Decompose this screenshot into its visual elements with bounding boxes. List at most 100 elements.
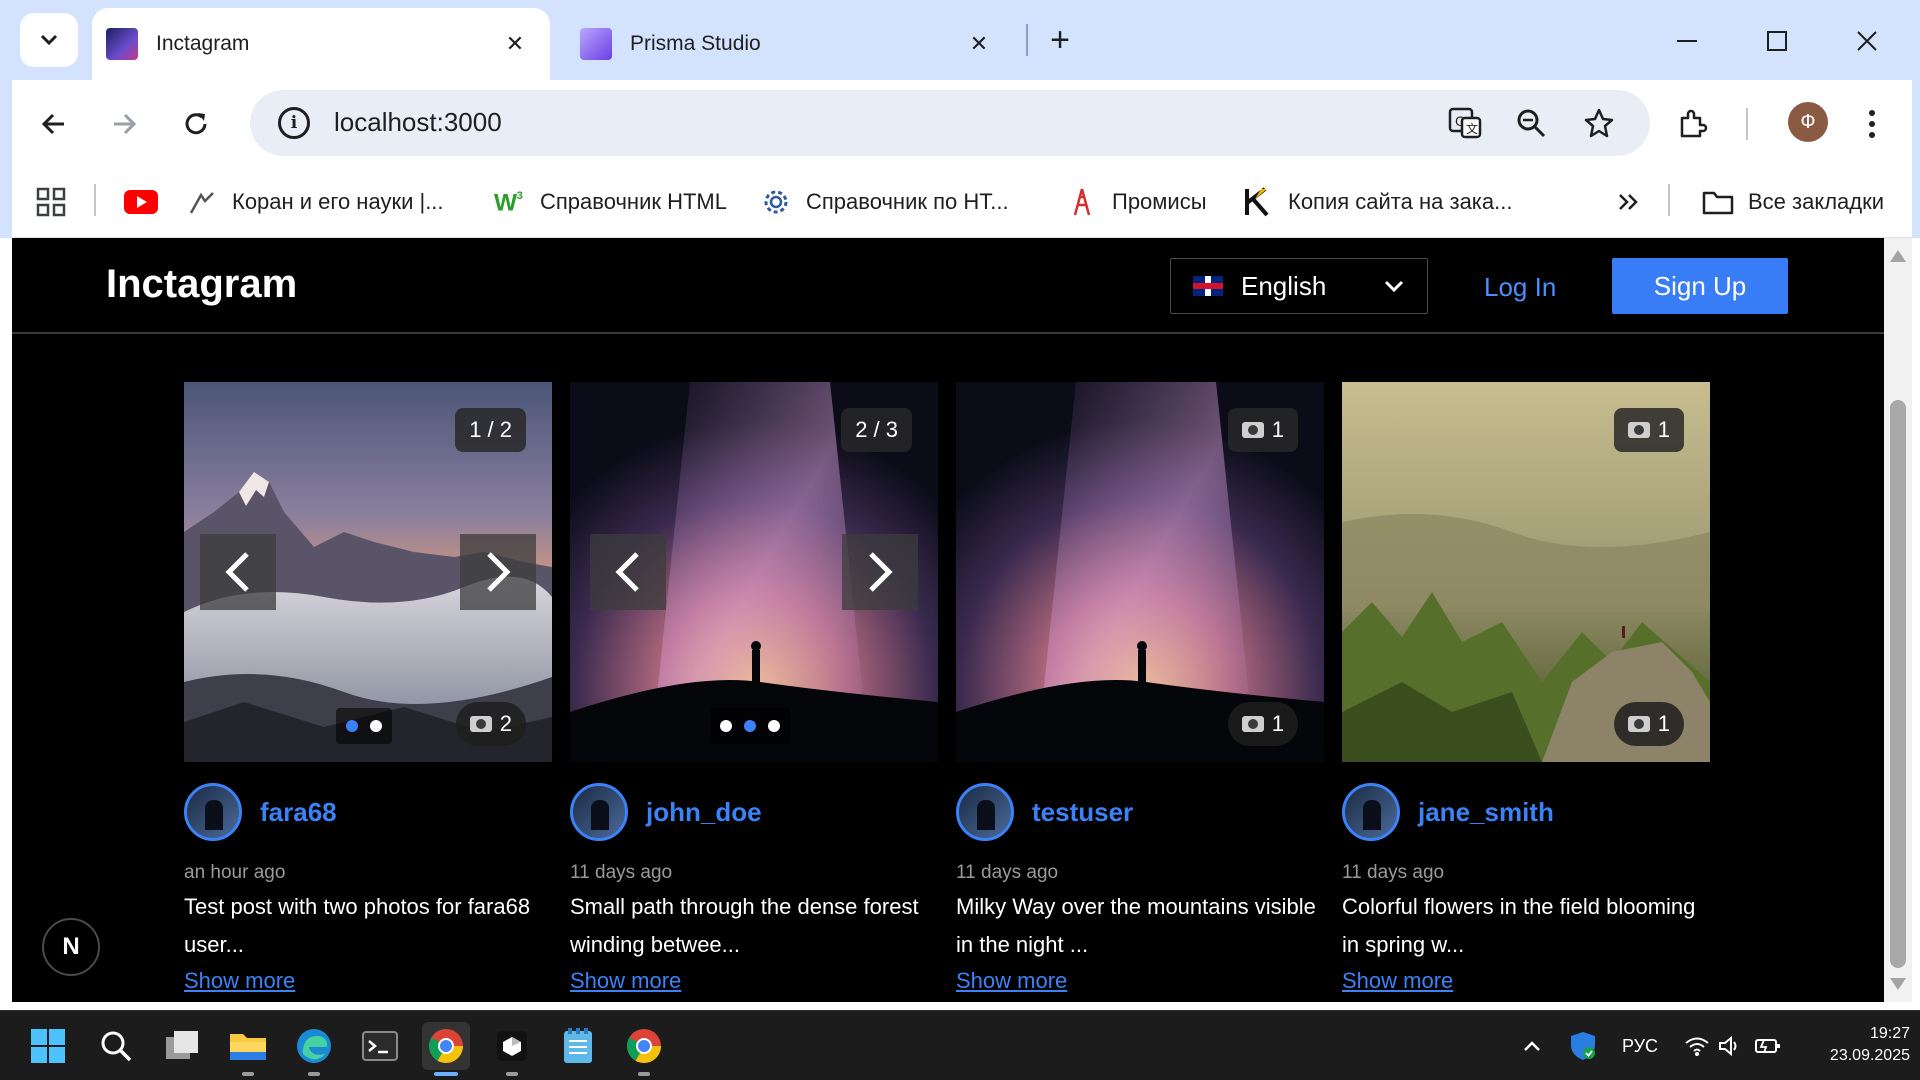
post-description: Small path through the dense forest wind… (570, 894, 919, 957)
bookmark-4[interactable]: Промисы (1066, 182, 1207, 222)
signup-button[interactable]: Sign Up (1612, 258, 1788, 314)
carousel-dots (336, 708, 392, 744)
url-text[interactable]: localhost:3000 (334, 107, 502, 138)
reload-icon (185, 113, 207, 135)
tab-search-button[interactable] (20, 13, 78, 67)
avatar[interactable] (1342, 783, 1400, 841)
author-name[interactable]: fara68 (260, 797, 337, 828)
address-bar[interactable]: i localhost:3000 G文 (250, 90, 1650, 156)
post-description: Test post with two photos for fara68 use… (184, 894, 531, 957)
toolbar-separator (1746, 108, 1748, 140)
translate-icon[interactable]: G文 (1446, 104, 1484, 142)
camera-icon (1241, 716, 1264, 732)
youtube-icon (124, 190, 158, 214)
new-tab-button[interactable]: + (1040, 20, 1080, 60)
show-more-link[interactable]: Show more (570, 968, 681, 994)
input-language[interactable]: РУС (1622, 1011, 1658, 1080)
show-more-link[interactable]: Show more (184, 968, 295, 994)
tab-prisma-studio[interactable]: Prisma Studio ✕ (566, 8, 1014, 80)
scroll-up-icon[interactable] (1890, 250, 1906, 262)
post-author[interactable]: john_doe (570, 782, 762, 842)
post-time: 11 days ago (956, 862, 1059, 883)
next-photo-button[interactable] (842, 534, 918, 610)
start-button[interactable] (24, 1022, 72, 1070)
profile-avatar[interactable]: Ф (1788, 102, 1828, 142)
maximize-button[interactable] (1752, 16, 1802, 66)
taskbar-notepad[interactable] (554, 1022, 602, 1070)
show-more-link[interactable]: Show more (956, 968, 1067, 994)
post-author[interactable]: fara68 (184, 782, 337, 842)
menu-kebab-icon[interactable] (1848, 100, 1896, 148)
svg-text:3: 3 (517, 190, 523, 202)
carousel-dot[interactable] (720, 720, 732, 732)
bookmark-5[interactable]: Копия сайта на зака... (1242, 182, 1512, 222)
running-indicator (506, 1072, 518, 1076)
close-window-button[interactable] (1842, 16, 1892, 66)
chevron-left-icon (225, 552, 249, 592)
post-photo[interactable]: 1 / 2 2 (184, 382, 552, 762)
speaker-icon (1719, 1035, 1737, 1057)
extensions-icon[interactable] (1668, 100, 1716, 148)
post-author[interactable]: testuser (956, 782, 1133, 842)
avatar[interactable] (184, 783, 242, 841)
zoom-icon[interactable] (1512, 104, 1550, 142)
post-photo[interactable]: 1 1 (1342, 382, 1710, 762)
close-icon[interactable]: ✕ (964, 29, 994, 59)
apps-grid-button[interactable] (36, 182, 66, 222)
post-description: Colorful flowers in the field blooming i… (1342, 894, 1696, 957)
more-bookmarks-button[interactable] (1616, 182, 1640, 222)
task-view-button[interactable] (158, 1022, 206, 1070)
bookmark-1[interactable]: Коран и его науки |... (186, 182, 444, 222)
tray-overflow-button[interactable] (1522, 1011, 1542, 1080)
show-more-link[interactable]: Show more (1342, 968, 1453, 994)
author-name[interactable]: testuser (1032, 797, 1133, 828)
minimize-button[interactable] (1662, 16, 1712, 66)
nextjs-dev-badge[interactable]: N (42, 918, 100, 976)
reload-button[interactable] (172, 100, 220, 148)
forward-button[interactable] (100, 100, 148, 148)
carousel-dot[interactable] (744, 720, 756, 732)
bookmark-star-icon[interactable] (1580, 104, 1618, 142)
taskbar-edge[interactable] (290, 1022, 338, 1076)
avatar[interactable] (956, 783, 1014, 841)
system-clock[interactable]: 19:27 23.09.2025 (1800, 1023, 1910, 1067)
taskbar-app[interactable] (488, 1022, 536, 1076)
scrollbar-thumb[interactable] (1890, 400, 1906, 968)
bookmark-3[interactable]: Справочник по HT... (760, 182, 1009, 222)
taskbar-explorer[interactable] (224, 1022, 272, 1076)
prev-photo-button[interactable] (200, 534, 276, 610)
bookmark-2[interactable]: W3 Справочник HTML (494, 182, 727, 222)
prev-photo-button[interactable] (590, 534, 666, 610)
scroll-down-icon[interactable] (1890, 978, 1906, 990)
task-view-icon (166, 1031, 198, 1059)
defender-tray[interactable] (1570, 1011, 1596, 1080)
post-photo[interactable]: 2 / 3 (570, 382, 938, 762)
language-select[interactable]: English (1170, 258, 1428, 314)
site-logo[interactable]: Inctagram (106, 262, 297, 307)
author-name[interactable]: jane_smith (1418, 797, 1554, 828)
author-name[interactable]: john_doe (646, 797, 762, 828)
battery-tray[interactable] (1754, 1011, 1782, 1080)
all-bookmarks-button[interactable]: Все закладки (1702, 182, 1884, 222)
tab-inctagram[interactable]: Inctagram ✕ (92, 8, 550, 80)
taskbar-terminal[interactable] (356, 1022, 404, 1070)
taskbar-chrome[interactable] (620, 1022, 668, 1076)
close-icon[interactable]: ✕ (500, 29, 530, 59)
site-header: Inctagram English Log In Sign Up (12, 238, 1884, 334)
bookmark-youtube[interactable] (124, 182, 158, 222)
back-button[interactable] (30, 100, 78, 148)
post-photo[interactable]: 1 1 (956, 382, 1324, 762)
volume-tray[interactable] (1718, 1011, 1742, 1080)
carousel-dot[interactable] (768, 720, 780, 732)
next-photo-button[interactable] (460, 534, 536, 610)
carousel-dot[interactable] (370, 720, 382, 732)
carousel-dot[interactable] (346, 720, 358, 732)
login-link[interactable]: Log In (1484, 272, 1556, 303)
taskbar-chrome-active[interactable] (422, 1022, 470, 1076)
avatar[interactable] (570, 783, 628, 841)
wifi-tray[interactable] (1684, 1011, 1710, 1080)
site-info-icon[interactable]: i (278, 107, 310, 139)
page-scrollbar[interactable] (1884, 238, 1912, 1002)
search-button[interactable] (92, 1022, 140, 1070)
post-author[interactable]: jane_smith (1342, 782, 1554, 842)
